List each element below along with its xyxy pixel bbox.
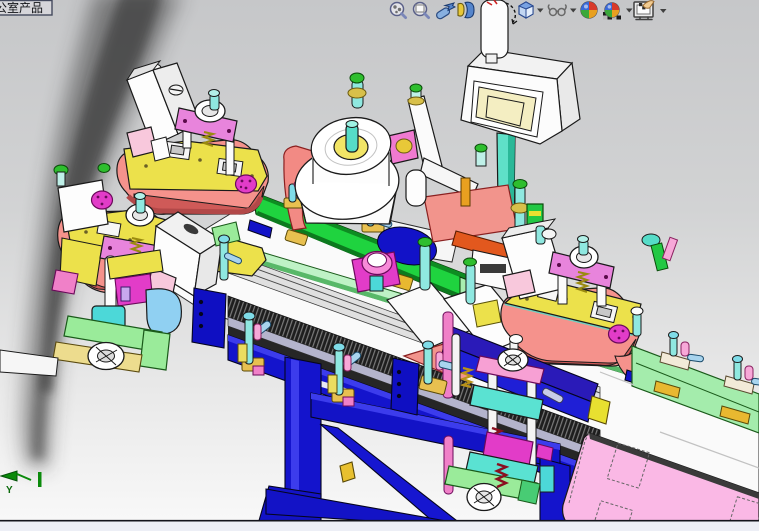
svg-text:Y: Y xyxy=(6,485,13,496)
svg-text:公室产品: 公室产品 xyxy=(0,0,43,15)
